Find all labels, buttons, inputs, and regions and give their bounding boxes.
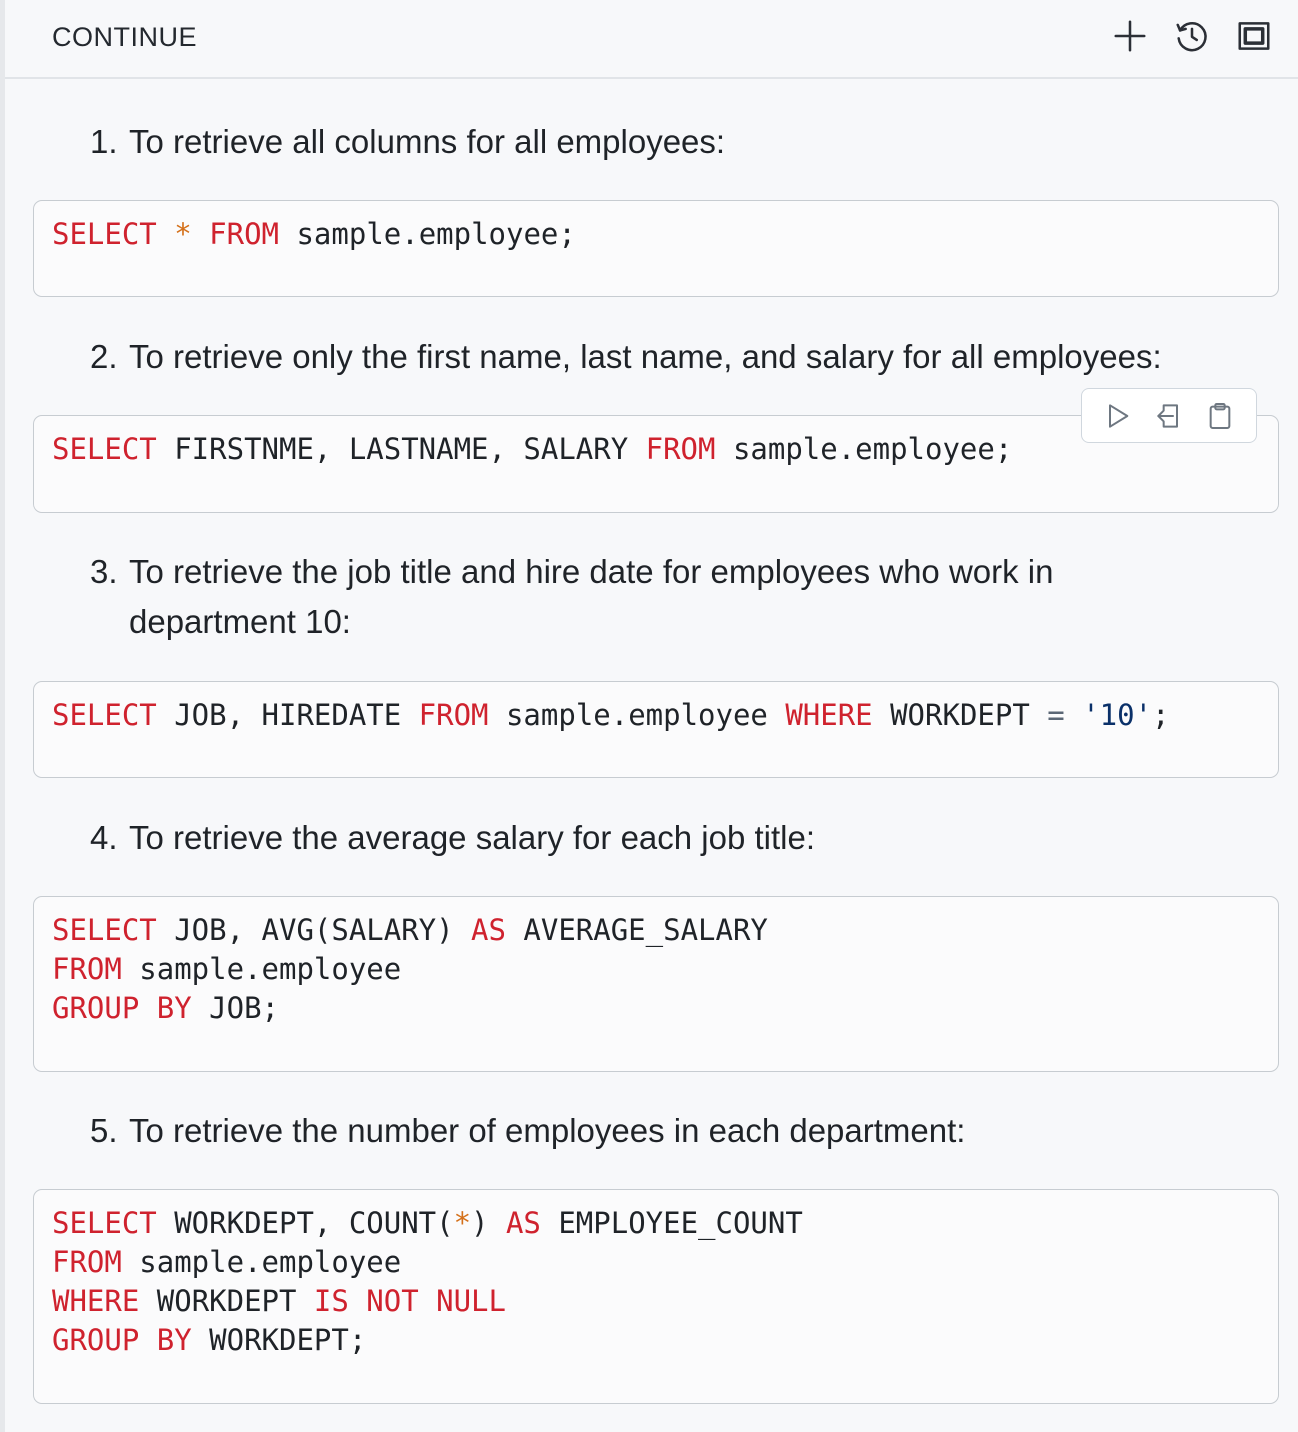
code-block[interactable]: SELECT JOB, AVG(SALARY) AS AVERAGE_SALAR… [33,896,1279,1072]
item-number: 4. [90,819,118,856]
item-text-block: To retrieve the job title and hire date … [129,547,1053,647]
item-number: 5. [90,1112,118,1149]
item-text: To retrieve the average salary for each … [129,819,816,856]
fullscreen-icon[interactable] [1232,14,1276,58]
continue-panel: CONTINUE 1. To retrieve all columns for … [0,0,1298,1432]
list-item: 2. To retrieve only the first name, last … [90,332,1162,382]
item-number: 1. [90,123,118,160]
item-number: 2. [90,338,118,375]
list-item: 5. To retrieve the number of employees in… [90,1106,965,1156]
header-actions [1108,14,1276,58]
plus-icon[interactable] [1108,14,1152,58]
run-icon[interactable] [1098,396,1138,436]
insert-icon[interactable] [1149,396,1189,436]
panel-header: CONTINUE [5,0,1298,79]
code-block[interactable]: SELECT * FROM sample.employee; [33,200,1279,297]
list-item: 1. To retrieve all columns for all employ… [90,117,725,167]
item-text: To retrieve only the first name, last na… [129,338,1162,375]
code-block[interactable]: SELECT JOB, HIREDATE FROM sample.employe… [33,681,1279,778]
item-text: department 10: [129,603,351,640]
item-text: To retrieve the number of employees in e… [129,1112,966,1149]
panel-title: CONTINUE [52,22,197,52]
code-block[interactable]: SELECT WORKDEPT, COUNT(*) AS EMPLOYEE_CO… [33,1189,1279,1404]
list-item: 4. To retrieve the average salary for eac… [90,813,815,863]
item-text: To retrieve the job title and hire date … [129,553,1054,590]
item-text: To retrieve all columns for all employee… [129,123,726,160]
code-toolbar [1081,388,1257,443]
copy-icon[interactable] [1200,396,1240,436]
history-icon[interactable] [1170,14,1214,58]
item-number: 3. [90,553,118,590]
list-item: 3. To retrieve the job title and hire dat… [90,547,1053,647]
